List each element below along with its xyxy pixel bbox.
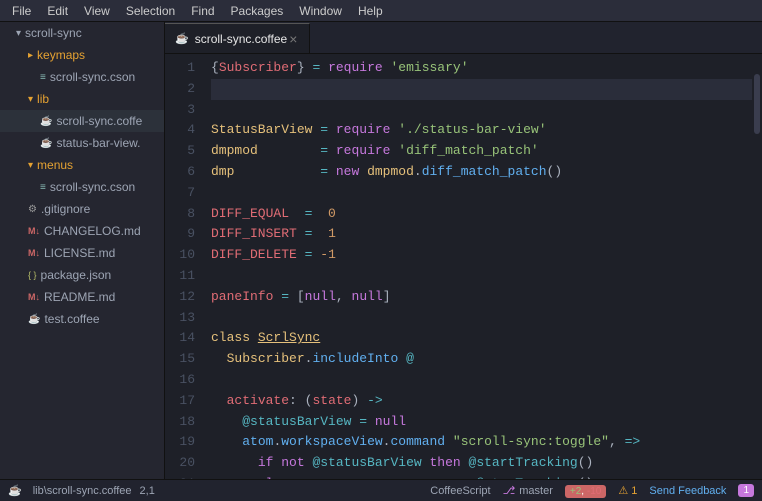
- sidebar-item-test-coffee[interactable]: ☕ test.coffee: [0, 308, 164, 330]
- chevron-down-icon: ▾: [28, 94, 33, 105]
- markdown-icon: M↓: [28, 248, 40, 258]
- menu-file[interactable]: File: [4, 2, 39, 20]
- sidebar-root-label: scroll-sync: [25, 26, 82, 40]
- status-position: 2,1: [140, 485, 155, 497]
- sidebar-item-scroll-sync-coffee[interactable]: ☕ scroll-sync.coffe: [0, 110, 164, 132]
- sidebar-label: keymaps: [37, 48, 85, 62]
- scrollbar-track[interactable]: [752, 54, 762, 479]
- sidebar-label: README.md: [44, 290, 115, 304]
- sidebar-item-license[interactable]: M↓ LICENSE.md: [0, 242, 164, 264]
- menu-edit[interactable]: Edit: [39, 2, 76, 20]
- code-content[interactable]: {Subscriber} = require 'emissary' Status…: [203, 54, 752, 479]
- coffee-tab-icon: ☕: [175, 32, 189, 45]
- cson-icon: ≡: [40, 72, 46, 83]
- line-numbers: 1 2 3 4 5 6 7 8 9 10 11 12 13 14 15 16 1…: [165, 54, 203, 479]
- status-git: ⎇ master: [503, 484, 553, 497]
- tab-scroll-sync-coffee[interactable]: ☕ scroll-sync.coffee ×: [165, 23, 310, 53]
- sidebar-item-gitignore[interactable]: ⚙ .gitignore: [0, 198, 164, 220]
- menu-packages[interactable]: Packages: [223, 2, 292, 20]
- menu-view[interactable]: View: [76, 2, 118, 20]
- sidebar-label: scroll-sync.coffe: [56, 114, 142, 128]
- cson-icon: ≡: [40, 182, 46, 193]
- sidebar-label: scroll-sync.cson: [50, 180, 135, 194]
- status-language[interactable]: CoffeeScript: [430, 485, 490, 497]
- sidebar-item-status-bar-view[interactable]: ☕ status-bar-view.: [0, 132, 164, 154]
- coffee-icon: ☕: [40, 138, 52, 149]
- sidebar-item-menus-cson[interactable]: ≡ scroll-sync.cson: [0, 176, 164, 198]
- sidebar-label: .gitignore: [41, 202, 90, 216]
- status-branch[interactable]: master: [519, 485, 553, 497]
- sidebar-label: menus: [37, 158, 73, 172]
- sidebar: ▾ scroll-sync ▸ keymaps ≡ scroll-sync.cs…: [0, 22, 165, 479]
- json-icon: { }: [28, 270, 37, 280]
- git-branch-icon: ⎇: [503, 484, 516, 497]
- menu-help[interactable]: Help: [350, 2, 391, 20]
- menubar: File Edit View Selection Find Packages W…: [0, 0, 762, 22]
- menu-window[interactable]: Window: [291, 2, 350, 20]
- chevron-right-icon: ▸: [28, 50, 33, 61]
- status-filepath: lib\scroll-sync.coffee: [33, 485, 132, 497]
- warning-count: 1: [631, 485, 637, 497]
- markdown-icon: M↓: [28, 292, 40, 302]
- sidebar-label: LICENSE.md: [44, 246, 115, 260]
- status-num-badge: 1: [738, 484, 754, 497]
- sidebar-label: scroll-sync.cson: [50, 70, 135, 84]
- sidebar-label: lib: [37, 92, 49, 106]
- coffee-icon: ☕: [28, 314, 40, 325]
- status-diff: +2, -10: [565, 485, 606, 497]
- status-diff-badge: +2, -10: [565, 485, 606, 498]
- main-layout: ▾ scroll-sync ▸ keymaps ≡ scroll-sync.cs…: [0, 22, 762, 479]
- warning-icon: ⚠: [618, 485, 628, 497]
- sidebar-item-keymaps[interactable]: ▸ keymaps: [0, 44, 164, 66]
- scrollbar-thumb[interactable]: [754, 74, 760, 134]
- status-added: +2: [570, 486, 581, 497]
- markdown-icon: M↓: [28, 226, 40, 236]
- sidebar-item-menus[interactable]: ▾ menus: [0, 154, 164, 176]
- sidebar-label: status-bar-view.: [56, 136, 140, 150]
- gear-icon: ⚙: [28, 204, 37, 215]
- statusbar: ☕ lib\scroll-sync.coffee 2,1 CoffeeScrip…: [0, 479, 762, 501]
- chevron-down-icon: ▾: [16, 28, 21, 39]
- tab-label: scroll-sync.coffee: [195, 32, 287, 46]
- code-editor[interactable]: 1 2 3 4 5 6 7 8 9 10 11 12 13 14 15 16 1…: [165, 54, 762, 479]
- sidebar-item-root[interactable]: ▾ scroll-sync: [0, 22, 164, 44]
- status-warning: ⚠ 1: [618, 484, 637, 497]
- sidebar-label: test.coffee: [44, 312, 99, 326]
- sidebar-item-keymaps-cson[interactable]: ≡ scroll-sync.cson: [0, 66, 164, 88]
- sidebar-label: CHANGELOG.md: [44, 224, 141, 238]
- coffee-status-icon: ☕: [8, 484, 22, 497]
- statusbar-right: CoffeeScript ⎇ master +2, -10 ⚠ 1 Send F…: [430, 484, 754, 497]
- editor-area: ☕ scroll-sync.coffee × 1 2 3 4 5 6 7 8 9…: [165, 22, 762, 479]
- sidebar-item-lib[interactable]: ▾ lib: [0, 88, 164, 110]
- sidebar-item-package[interactable]: { } package.json: [0, 264, 164, 286]
- sidebar-item-changelog[interactable]: M↓ CHANGELOG.md: [0, 220, 164, 242]
- status-removed: -10: [587, 486, 601, 497]
- menu-find[interactable]: Find: [183, 2, 222, 20]
- coffee-icon: ☕: [40, 116, 52, 127]
- menu-selection[interactable]: Selection: [118, 2, 183, 20]
- tab-bar: ☕ scroll-sync.coffee ×: [165, 22, 762, 54]
- tab-close-button[interactable]: ×: [287, 31, 299, 47]
- statusbar-left: ☕ lib\scroll-sync.coffee 2,1: [8, 484, 155, 497]
- chevron-down-icon: ▾: [28, 160, 33, 171]
- sidebar-label: package.json: [41, 268, 112, 282]
- send-feedback-button[interactable]: Send Feedback: [649, 485, 726, 497]
- sidebar-item-readme[interactable]: M↓ README.md: [0, 286, 164, 308]
